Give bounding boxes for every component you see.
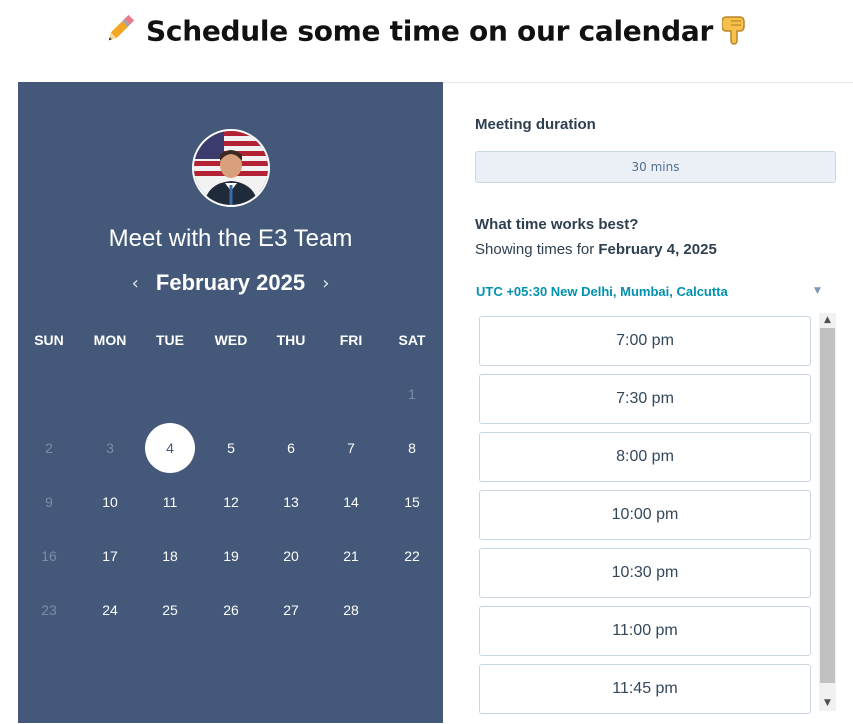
- duration-selector[interactable]: 30 mins: [475, 151, 836, 183]
- pointing-down-hand-icon: [721, 13, 750, 52]
- weekday-label: MON: [93, 332, 127, 348]
- scrollbar-thumb[interactable]: [820, 328, 835, 683]
- month-label: February 2025: [155, 270, 306, 295]
- meeting-title: Meet with the E3 Team: [108, 225, 353, 252]
- calendar-day[interactable]: 27: [266, 585, 316, 635]
- calendar-day: 3: [106, 440, 114, 456]
- duration-label: Meeting duration: [475, 116, 596, 133]
- scroll-up-icon[interactable]: ▲: [819, 313, 836, 328]
- calendar-day[interactable]: 28: [326, 585, 376, 635]
- chevron-right-icon[interactable]: ›: [322, 273, 329, 294]
- time-slot-button[interactable]: 8:00 pm: [479, 432, 811, 482]
- calendar-day[interactable]: 20: [266, 531, 316, 581]
- calendar-day: 9: [45, 494, 53, 510]
- weekday-label: SAT: [398, 332, 426, 348]
- calendar-day[interactable]: 18: [145, 531, 195, 581]
- month-navigation: ‹ February 2025 ›: [18, 270, 443, 296]
- scroll-down-icon[interactable]: ▼: [819, 696, 836, 711]
- calendar-day[interactable]: 24: [85, 585, 135, 635]
- calendar-day: 16: [41, 548, 57, 564]
- scrollbar[interactable]: ▲ ▼: [819, 313, 836, 711]
- caret-down-icon[interactable]: ▼: [814, 286, 821, 296]
- time-panel: Meeting duration 30 mins What time works…: [443, 82, 853, 724]
- calendar-day[interactable]: 6: [266, 423, 316, 473]
- timezone-select[interactable]: UTC +05:30 New Delhi, Mumbai, Calcutta: [476, 284, 728, 299]
- pencil-icon: [103, 12, 137, 53]
- calendar-panel: Meet with the E3 Team ‹ February 2025 › …: [18, 82, 443, 723]
- showing-times: Showing times for February 4, 2025: [475, 241, 717, 258]
- time-slot-button[interactable]: 7:30 pm: [479, 374, 811, 424]
- calendar-day[interactable]: 11: [145, 477, 195, 527]
- calendar-day: 1: [408, 386, 416, 402]
- page-heading: Schedule some time on our calendar: [0, 12, 853, 53]
- time-slot-button[interactable]: 11:45 pm: [479, 664, 811, 714]
- time-slot-button[interactable]: 11:00 pm: [479, 606, 811, 656]
- weekday-label: WED: [214, 332, 248, 348]
- calendar-day[interactable]: 12: [206, 477, 256, 527]
- weekday-label: SUN: [34, 332, 64, 348]
- calendar-day: 2: [45, 440, 53, 456]
- calendar-day: 23: [41, 602, 57, 618]
- time-slot-button[interactable]: 7:00 pm: [479, 316, 811, 366]
- weekday-label: TUE: [156, 332, 184, 348]
- calendar-day[interactable]: 21: [326, 531, 376, 581]
- calendar-day[interactable]: 15: [387, 477, 437, 527]
- calendar-day[interactable]: 10: [85, 477, 135, 527]
- calendar-day[interactable]: 7: [326, 423, 376, 473]
- time-slot-button[interactable]: 10:30 pm: [479, 548, 811, 598]
- avatar: [192, 129, 270, 207]
- calendar-day[interactable]: 13: [266, 477, 316, 527]
- chevron-left-icon[interactable]: ‹: [132, 273, 139, 294]
- weekday-label: THU: [276, 332, 306, 348]
- calendar-day[interactable]: 5: [206, 423, 256, 473]
- selected-day[interactable]: 4: [145, 423, 195, 473]
- calendar-day[interactable]: 25: [145, 585, 195, 635]
- weekday-label: FRI: [339, 332, 363, 348]
- calendar-day[interactable]: 19: [206, 531, 256, 581]
- calendar-day[interactable]: 14: [326, 477, 376, 527]
- time-question: What time works best?: [475, 216, 639, 233]
- calendar-day[interactable]: 26: [206, 585, 256, 635]
- calendar-day[interactable]: 8: [387, 423, 437, 473]
- showing-date: February 4, 2025: [598, 241, 717, 258]
- calendar-day[interactable]: 22: [387, 531, 437, 581]
- time-slot-button[interactable]: 10:00 pm: [479, 490, 811, 540]
- showing-prefix: Showing times for: [475, 241, 595, 258]
- heading-text: Schedule some time on our calendar: [146, 14, 713, 48]
- calendar-day[interactable]: 17: [85, 531, 135, 581]
